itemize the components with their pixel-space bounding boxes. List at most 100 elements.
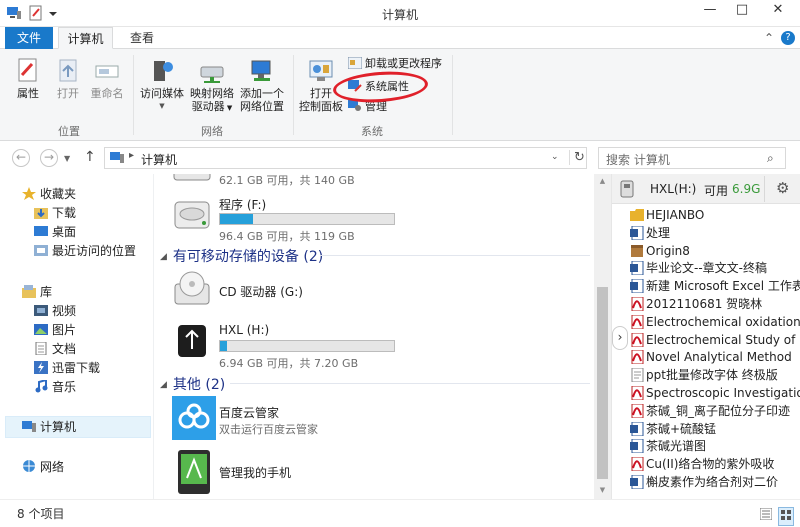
forward-button[interactable]: → <box>40 149 58 167</box>
preview-file-item[interactable]: ppt批量修改字体 终极版 <box>630 367 800 384</box>
tab-file[interactable]: 文件 <box>5 27 53 49</box>
preview-file-item[interactable]: 2012110681 贺晓林 <box>630 296 800 313</box>
nav-item-downloads[interactable]: 下载 <box>34 204 76 222</box>
details-view-icon[interactable] <box>759 507 773 523</box>
recent-locations-dropdown[interactable]: ▼ <box>64 154 70 163</box>
file-name: 茶碱光谱图 <box>646 439 707 454</box>
up-button[interactable]: ↑ <box>84 149 96 165</box>
chevron-up-icon[interactable]: ⌃ <box>764 31 774 45</box>
drive-hxl[interactable]: HXL (H:) 6.94 GB 可用，共 7.20 GB <box>172 321 592 371</box>
section-removable[interactable]: ◢ 有可移动存储的设备 (2) <box>160 246 590 266</box>
add-network-location-button[interactable]: 添加一个 网络位置 <box>237 57 287 113</box>
uninstall-programs-button[interactable]: 卸载或更改程序 <box>347 56 442 71</box>
computer-icon <box>22 420 36 433</box>
nav-item-recent[interactable]: 最近访问的位置 <box>34 242 136 260</box>
search-icon[interactable]: ⌕ <box>767 151 774 166</box>
nav-item-libraries[interactable]: 库 <box>22 283 52 301</box>
star-icon <box>22 187 36 200</box>
nav-item-documents[interactable]: 文档 <box>34 340 76 358</box>
drive-info: 62.1 GB 可用，共 140 GB <box>219 174 355 187</box>
preview-file-item[interactable]: 槲皮素作为络合剂对二价 <box>630 474 800 491</box>
preview-pane: HXL(H:) 可用 6.9G ⚙ HEJIANBO 处理 Origin8 毕业论文-… <box>611 174 800 499</box>
preview-file-item[interactable]: 毕业论文--章文文-终稿 <box>630 260 800 277</box>
nav-item-music[interactable]: 音乐 <box>34 378 76 396</box>
drive-f[interactable]: 程序 (F:) 96.4 GB 可用，共 119 GB <box>172 194 592 244</box>
tab-view[interactable]: 查看 <box>120 27 164 49</box>
thunder-download-icon <box>34 361 48 374</box>
pdf-file-icon <box>630 314 644 330</box>
group-label-location: 位置 <box>58 125 80 138</box>
large-icons-view-icon[interactable] <box>778 507 794 526</box>
address-dropdown-icon[interactable]: ⌄ <box>551 152 559 162</box>
nav-item-thunder-downloads[interactable]: 迅雷下载 <box>34 359 100 377</box>
search-placeholder: 搜索 计算机 <box>606 153 670 167</box>
preview-file-item[interactable]: Electrochemical Study of <box>630 332 800 349</box>
pdf-file-icon <box>630 332 644 348</box>
nav-item-videos[interactable]: 视频 <box>34 302 76 320</box>
navigation-pane <box>0 174 153 499</box>
nav-item-network[interactable]: 网络 <box>22 458 64 476</box>
properties-button[interactable]: 属性 <box>10 57 46 100</box>
rename-button[interactable]: 重命名 <box>88 57 126 100</box>
nav-item-pictures[interactable]: 图片 <box>34 321 76 339</box>
network-location-icon <box>248 57 276 85</box>
maximize-button[interactable]: □ <box>726 0 758 20</box>
search-input[interactable]: 搜索 计算机 ⌕ <box>598 147 786 169</box>
preview-file-item[interactable]: 茶碱_铜_离子配位分子印迹 <box>630 403 800 420</box>
file-name: 毕业论文--章文文-终稿 <box>646 261 767 276</box>
back-button[interactable]: ← <box>12 149 30 167</box>
word-file-icon <box>630 225 644 241</box>
nav-item-favorites[interactable]: 收藏夹 <box>22 185 76 203</box>
manage-phone-item[interactable]: 管理我的手机 <box>172 450 592 499</box>
pdf-file-icon <box>630 456 644 472</box>
control-panel-icon <box>307 57 335 85</box>
refresh-icon[interactable]: ↻ <box>569 150 585 165</box>
media-icon <box>148 57 176 85</box>
address-bar[interactable]: ▸ 计算机 ⌄ ↻ <box>104 147 587 169</box>
preview-file-item[interactable]: Origin8 <box>630 243 800 260</box>
pdf-file-icon <box>630 403 644 419</box>
nav-item-desktop[interactable]: 桌面 <box>34 223 76 241</box>
preview-file-item[interactable]: 茶碱+硫酸锰 <box>630 421 800 438</box>
preview-file-item[interactable]: 处理 <box>630 225 800 242</box>
preview-file-item[interactable]: HEJIANBO <box>630 207 800 224</box>
preview-file-item[interactable]: Spectroscopic Investigation <box>630 385 800 402</box>
drive-cd[interactable]: CD 驱动器 (G:) <box>172 270 592 320</box>
close-button[interactable]: ✕ <box>756 0 800 20</box>
nav-item-computer[interactable]: 计算机 <box>22 418 76 436</box>
help-icon[interactable]: ? <box>781 31 795 45</box>
open-button[interactable]: 打开 <box>52 57 84 100</box>
collapse-pane-chevron-icon[interactable]: › <box>612 326 628 350</box>
file-name: Cu(II)络合物的紫外吸收 <box>646 457 775 472</box>
preview-file-item[interactable]: 新建 Microsoft Excel 工作表 <box>630 278 800 295</box>
phone-manager-icon <box>172 450 216 494</box>
preview-file-item[interactable]: Electrochemical oxidation <box>630 314 800 331</box>
scroll-up-arrow-icon[interactable]: ▲ <box>594 177 611 185</box>
word-file-icon <box>630 421 644 437</box>
cd-drive-icon <box>172 270 212 310</box>
baidu-cloud-item[interactable]: 百度云管家 双击运行百度云管家 <box>172 396 592 446</box>
properties-icon <box>14 57 42 85</box>
access-media-button[interactable]: 访问媒体 ▼ <box>139 57 185 113</box>
breadcrumb-chevron-icon[interactable]: ▸ <box>129 150 134 161</box>
breadcrumb[interactable]: 计算机 <box>141 151 177 168</box>
drive-usage-fill <box>220 341 227 351</box>
map-network-drive-button[interactable]: 映射网络 驱动器 ▼ <box>188 57 236 115</box>
group-label-network: 网络 <box>201 125 223 138</box>
ribbon-tabs: 文件 计算机 查看 ⌃ ? <box>0 27 800 49</box>
item-description: 双击运行百度云管家 <box>219 423 318 436</box>
usb-drive-icon <box>172 321 212 361</box>
gear-icon[interactable]: ⚙ <box>776 179 789 197</box>
section-other[interactable]: ◢ 其他 (2) <box>160 374 590 394</box>
preview-file-item[interactable]: Cu(II)络合物的紫外吸收 <box>630 456 800 473</box>
file-name: Novel Analytical Method <box>646 350 792 365</box>
scroll-down-arrow-icon[interactable]: ▼ <box>594 486 611 494</box>
minimize-button[interactable]: — <box>694 0 726 20</box>
word-file-icon <box>630 474 644 490</box>
tab-computer[interactable]: 计算机 <box>58 27 113 49</box>
vertical-scrollbar[interactable]: ▲ ▼ <box>594 174 611 499</box>
scrollbar-thumb[interactable] <box>597 287 608 479</box>
preview-file-item[interactable]: Novel Analytical Method <box>630 349 800 366</box>
preview-file-item[interactable]: 茶碱光谱图 <box>630 438 800 455</box>
file-name: Spectroscopic Investigation <box>646 386 800 400</box>
